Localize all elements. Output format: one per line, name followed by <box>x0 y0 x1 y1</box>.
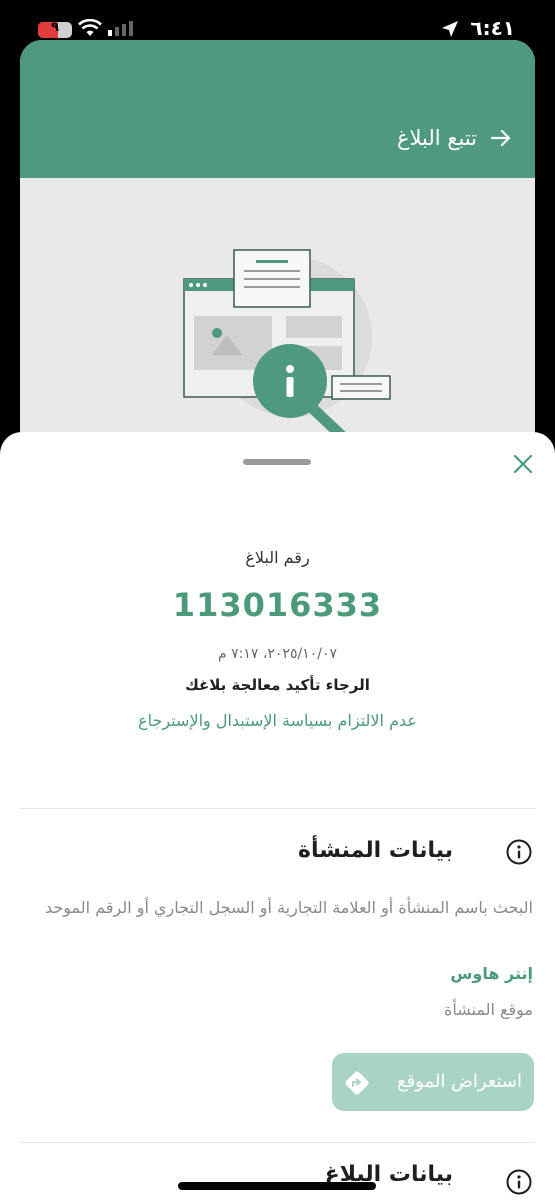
arrow-icon[interactable] <box>489 126 513 150</box>
info-icon <box>506 1169 532 1195</box>
divider <box>20 1142 535 1143</box>
report-number: 113016333 <box>172 586 383 624</box>
clock: ٦:٤١ <box>470 16 515 40</box>
signal-icon <box>108 21 133 36</box>
divider <box>20 808 535 809</box>
status-bar: ٩ ٦:٤١ <box>0 0 555 40</box>
violation-type: عدم الالتزام بسياسة الإستبدال والإسترجاع <box>138 711 417 730</box>
location-arrow-icon <box>442 21 458 37</box>
battery-level: ٩ <box>51 20 59 35</box>
company-name: إنتر هاوس <box>450 964 533 983</box>
report-search-illustration <box>183 249 391 444</box>
establishment-location-label: موقع المنشأة <box>443 1000 533 1019</box>
home-indicator[interactable] <box>178 1182 376 1190</box>
close-icon[interactable] <box>509 450 537 478</box>
report-number-label: رقم البلاغ <box>245 548 310 567</box>
report-date: ٢٠٢٥/١٠/٠٧، ٧:١٧ م <box>218 646 337 662</box>
wifi-icon <box>78 19 102 36</box>
search-description: البحث باسم المنشأة أو العلامة التجارية أ… <box>44 898 533 917</box>
report-details-sheet: رقم البلاغ 113016333 ٢٠٢٥/١٠/٠٧، ٧:١٧ م … <box>0 432 555 1200</box>
directions-icon <box>345 1071 369 1095</box>
background-title: تتبع البلاغ <box>396 126 477 150</box>
confirm-text: الرجاء تأكيد معالجة بلاغك <box>185 676 370 694</box>
view-location-label: استعراض الموقع <box>397 1071 522 1092</box>
battery-icon: ٩ <box>38 20 72 38</box>
background-screen: تتبع البلاغ <box>20 40 535 500</box>
establishment-section-title: بيانات المنشأة <box>298 838 453 863</box>
background-header: تتبع البلاغ <box>20 40 535 178</box>
view-location-button[interactable]: استعراض الموقع <box>332 1053 534 1111</box>
info-icon <box>506 839 532 865</box>
sheet-grabber[interactable] <box>243 459 311 465</box>
